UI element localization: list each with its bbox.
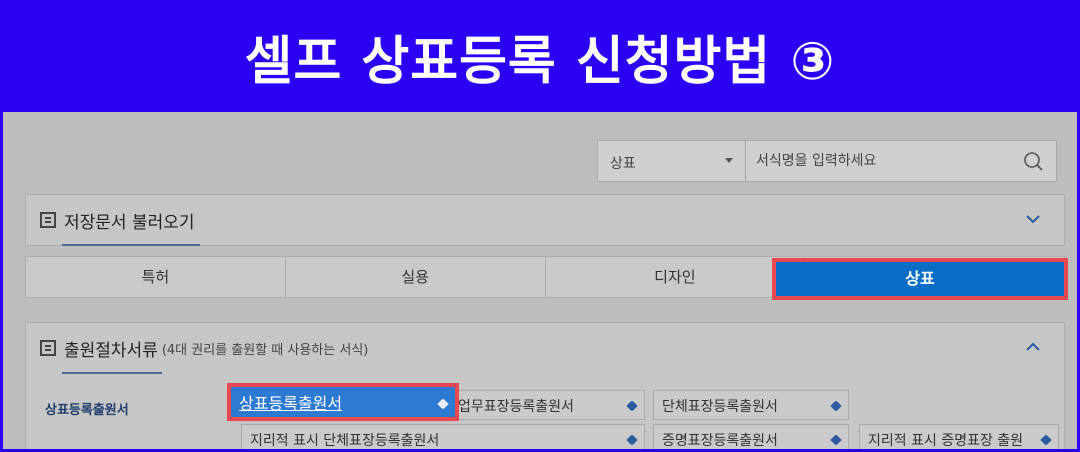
search-icon: [1024, 152, 1043, 171]
search-box: 상표: [597, 140, 1057, 182]
search-input[interactable]: [746, 141, 1012, 181]
edit-icon: [626, 400, 638, 412]
saved-doc-title: 저장문서 불러오기: [64, 212, 195, 233]
form-certification-mark[interactable]: 증명표장등록출원서: [653, 424, 849, 449]
form-geo-certification-mark[interactable]: 지리적 표시 증명표장 출원: [859, 424, 1059, 449]
saved-doc-header[interactable]: 저장문서 불러오기: [26, 195, 1064, 246]
tab-design[interactable]: 디자인: [546, 257, 806, 297]
saved-doc-panel: 저장문서 불러오기: [25, 194, 1065, 246]
tab-patent[interactable]: 특허: [26, 257, 286, 297]
filing-docs-header[interactable]: 출원절차서류 (4대 권리를 출원할 때 사용하는 서식): [26, 323, 1064, 374]
search-category-select[interactable]: 상표: [598, 141, 746, 181]
filing-docs-title: 출원절차서류: [64, 340, 158, 361]
chevron-down-icon[interactable]: [1024, 210, 1042, 228]
title-banner: 셀프 상표등록 신청방법 ③: [0, 0, 1080, 112]
edit-icon: [1040, 434, 1052, 446]
form-business-mark[interactable]: 업무표장등록출원서: [449, 390, 645, 420]
document-icon: [40, 340, 56, 356]
form-label: 지리적 표시 단체표장등록출원서: [250, 433, 440, 449]
form-collective-mark[interactable]: 단체표장등록출원서: [653, 390, 849, 420]
document-icon: [40, 212, 56, 228]
title-underline: [62, 372, 162, 374]
form-label: 상표등록출원서: [239, 394, 343, 413]
row-label-trademark: 상표등록출원서: [45, 403, 129, 418]
form-label: 업무표장등록출원서: [458, 399, 574, 415]
form-label: 지리적 표시 증명표장 출원: [868, 433, 1024, 449]
title-underline: [62, 244, 200, 246]
app-screen: 상표 저장문서 불러오기 특허 실용 디자인 상표 출원절차: [3, 112, 1077, 449]
filing-docs-note: (4대 권리를 출원할 때 사용하는 서식): [161, 342, 369, 358]
chevron-down-icon: [725, 158, 733, 163]
banner-title: 셀프 상표등록 신청방법 ③: [244, 31, 836, 92]
tab-trademark[interactable]: 상표: [772, 258, 1068, 300]
form-label: 증명표장등록출원서: [662, 433, 778, 449]
form-trademark-application[interactable]: 상표등록출원서: [227, 383, 459, 421]
edit-icon: [437, 398, 449, 410]
edit-icon: [626, 434, 638, 446]
edit-icon: [830, 400, 842, 412]
edit-icon: [830, 434, 842, 446]
search-category-value: 상표: [610, 156, 636, 172]
chevron-up-icon[interactable]: [1024, 338, 1042, 356]
tab-utility[interactable]: 실용: [286, 257, 546, 297]
form-label: 단체표장등록출원서: [662, 399, 778, 415]
form-geo-collective-mark[interactable]: 지리적 표시 단체표장등록출원서: [241, 424, 645, 449]
search-button[interactable]: [1012, 141, 1056, 181]
